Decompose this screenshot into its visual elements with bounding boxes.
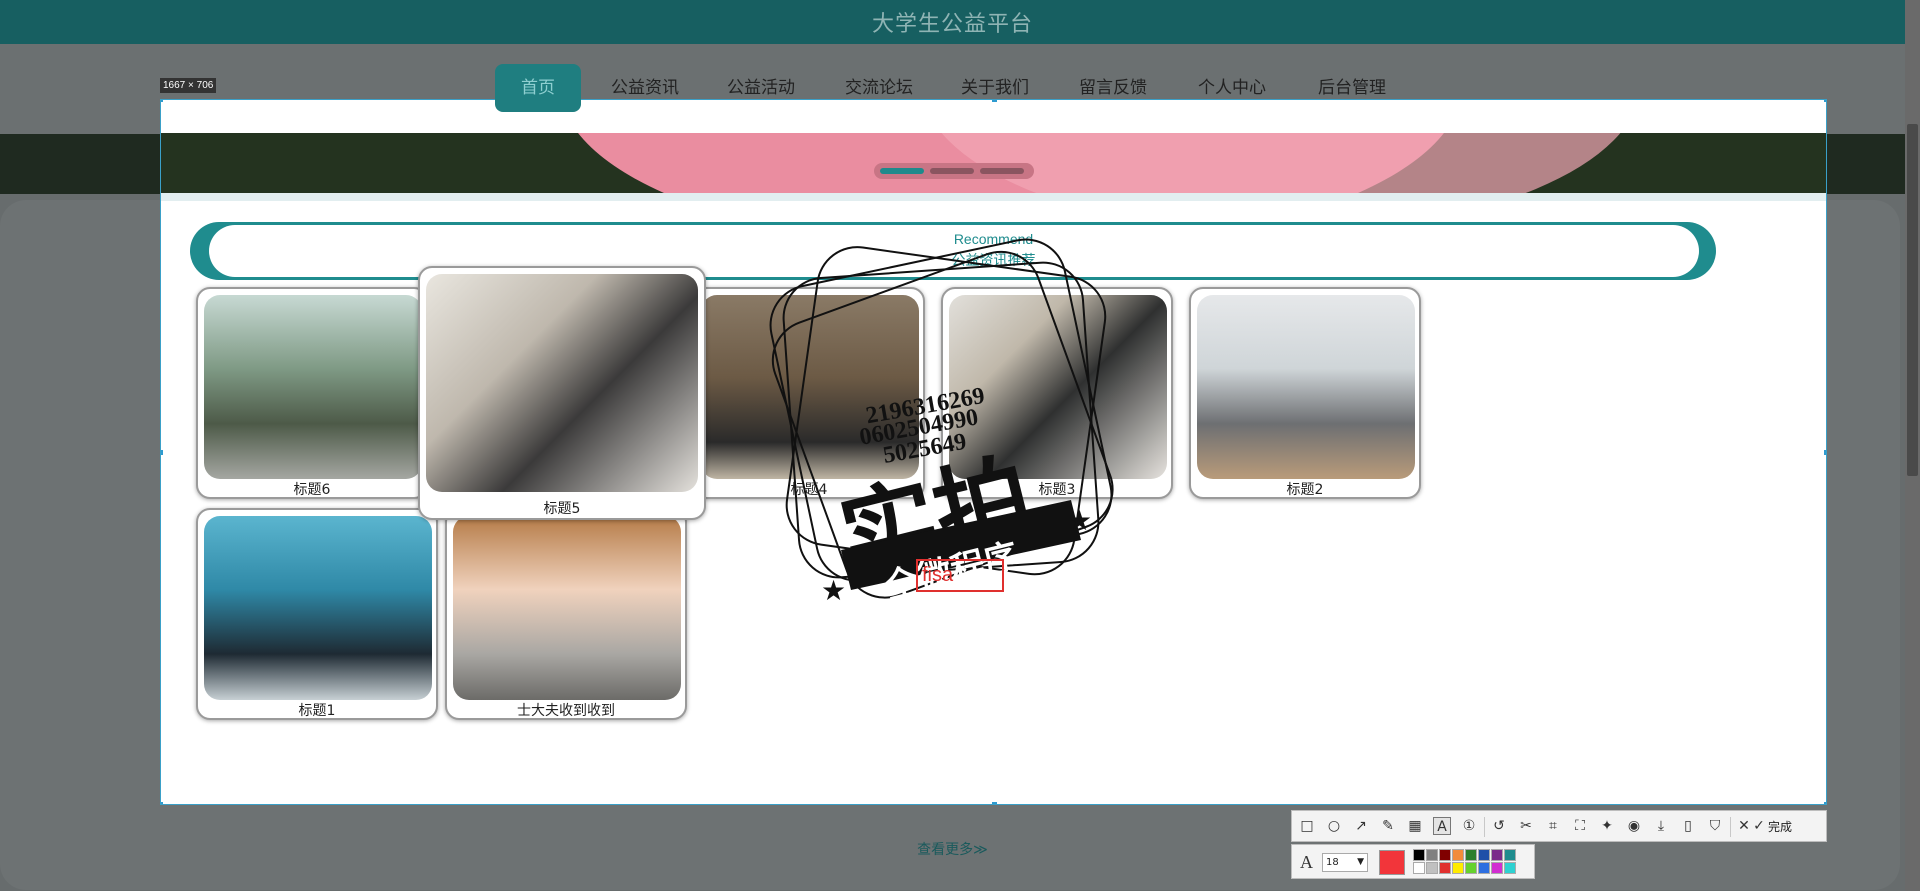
font-icon: A bbox=[1300, 852, 1313, 872]
site-title: 大学生公益平台 bbox=[871, 12, 1033, 37]
resize-handle[interactable] bbox=[1824, 450, 1826, 455]
news-card-title: 标题6 bbox=[293, 482, 331, 498]
annotation-text-input[interactable]: fisa bbox=[916, 559, 1004, 592]
color-swatch[interactable] bbox=[1452, 862, 1464, 874]
pin-icon[interactable]: ✦ bbox=[1598, 817, 1616, 835]
nav-forum[interactable]: 交流论坛 bbox=[845, 64, 913, 112]
color-swatch[interactable] bbox=[1504, 849, 1516, 861]
star-icon: ★ bbox=[821, 574, 846, 607]
resize-handle[interactable] bbox=[161, 802, 163, 804]
save-icon[interactable]: ⛉ bbox=[1706, 817, 1724, 835]
recommend-subtitle: 公益资讯推荐 bbox=[951, 253, 1036, 269]
screenshot-selection[interactable]: Recommend 公益资讯推荐 标题6 标题4 标题3 标题2 标题5 标题1… bbox=[160, 99, 1827, 805]
news-card-hovered[interactable]: 标题5 bbox=[418, 266, 706, 520]
nav-feedback[interactable]: 留言反馈 bbox=[1079, 64, 1147, 112]
undo-icon[interactable]: ↺ bbox=[1490, 817, 1508, 835]
star-icon: ★ bbox=[1067, 504, 1092, 537]
library-event-photo bbox=[949, 295, 1167, 479]
record-icon[interactable]: ◉ bbox=[1625, 817, 1643, 835]
color-swatch[interactable] bbox=[1452, 849, 1464, 861]
recommend-title: Recommend bbox=[953, 231, 1034, 247]
resize-handle[interactable] bbox=[1824, 802, 1826, 804]
done-button[interactable]: 完成 bbox=[1768, 818, 1792, 835]
font-size-value: 18 bbox=[1326, 857, 1339, 868]
news-card[interactable]: 标题3 bbox=[941, 287, 1173, 499]
page-scrollbar-thumb[interactable] bbox=[1907, 124, 1918, 476]
magic-icon[interactable]: ✂ bbox=[1517, 817, 1535, 835]
color-swatch[interactable] bbox=[1491, 862, 1503, 874]
selection-size-label: 1667 × 706 bbox=[160, 78, 217, 93]
news-card[interactable]: 标题4 bbox=[693, 287, 925, 499]
arrow-icon[interactable]: ↗ bbox=[1352, 817, 1370, 835]
resize-handle[interactable] bbox=[161, 450, 163, 455]
outdoor-group-photo bbox=[701, 295, 919, 479]
carousel-dot-2[interactable] bbox=[930, 168, 974, 174]
resize-handle[interactable] bbox=[992, 802, 997, 804]
color-swatch[interactable] bbox=[1478, 849, 1490, 861]
pencil-icon[interactable]: ✎ bbox=[1379, 817, 1397, 835]
phone-icon[interactable]: ▯ bbox=[1679, 817, 1697, 835]
ocr-icon[interactable]: ⌗ bbox=[1544, 817, 1562, 835]
library-event-photo bbox=[426, 274, 698, 492]
text-style-toolbar: A 18 ▼ bbox=[1291, 844, 1535, 879]
resize-handle[interactable] bbox=[161, 100, 163, 102]
color-swatch[interactable] bbox=[1413, 862, 1425, 874]
font-size-select[interactable]: 18 ▼ bbox=[1322, 853, 1368, 872]
carousel-dot-1[interactable] bbox=[880, 168, 924, 174]
news-card[interactable]: 标题1 bbox=[196, 508, 438, 720]
color-swatch[interactable] bbox=[1426, 862, 1438, 874]
news-card-title: 标题4 bbox=[790, 482, 828, 498]
nav-news[interactable]: 公益资讯 bbox=[611, 64, 679, 112]
nav-profile[interactable]: 个人中心 bbox=[1198, 64, 1266, 112]
computer-lab-photo bbox=[1197, 295, 1415, 479]
news-card-title: 士大夫收到收到 bbox=[517, 703, 615, 719]
news-card-title: 标题1 bbox=[298, 703, 336, 719]
scroll-icon[interactable]: ⛶ bbox=[1571, 817, 1589, 835]
news-card-title: 标题5 bbox=[543, 501, 581, 517]
color-swatch[interactable] bbox=[1465, 862, 1477, 874]
ellipse-icon[interactable]: ○ bbox=[1325, 817, 1343, 835]
site-header: 大学生公益平台 bbox=[0, 0, 1905, 44]
color-swatch[interactable] bbox=[1439, 862, 1451, 874]
color-swatch[interactable] bbox=[1426, 849, 1438, 861]
download-icon[interactable]: ⤓ bbox=[1652, 817, 1670, 835]
news-card-title: 标题3 bbox=[1038, 482, 1076, 498]
color-swatch[interactable] bbox=[1465, 849, 1477, 861]
resize-handle[interactable] bbox=[1824, 100, 1826, 102]
color-swatch[interactable] bbox=[1478, 862, 1490, 874]
nav-about[interactable]: 关于我们 bbox=[961, 64, 1029, 112]
chevron-down-icon: ▼ bbox=[1357, 857, 1364, 867]
news-card-title: 标题2 bbox=[1286, 482, 1324, 498]
number-icon[interactable]: ① bbox=[1460, 817, 1478, 835]
news-card[interactable]: 标题6 bbox=[196, 287, 428, 499]
carousel-dot-3[interactable] bbox=[980, 168, 1024, 174]
nav-home[interactable]: 首页 bbox=[495, 64, 581, 112]
screenshot-toolbar: □ ○ ↗ ✎ ▦ A ① ↺ ✂ ⌗ ⛶ ✦ ◉ ⤓ ▯ ⛉ ✕ ✓ 完成 bbox=[1291, 810, 1827, 842]
mosaic-icon[interactable]: ▦ bbox=[1406, 817, 1424, 835]
nav-admin[interactable]: 后台管理 bbox=[1318, 64, 1386, 112]
group-photo-mountain bbox=[204, 295, 422, 479]
rectangle-icon[interactable]: □ bbox=[1298, 817, 1316, 835]
check-icon[interactable]: ✓ bbox=[1750, 817, 1768, 835]
color-swatch[interactable] bbox=[1439, 849, 1451, 861]
portrait-photo bbox=[453, 516, 681, 700]
current-color-swatch[interactable] bbox=[1379, 850, 1405, 875]
view-more-link[interactable]: 查看更多≫ bbox=[0, 839, 1905, 859]
carousel-indicator bbox=[874, 163, 1034, 179]
conference-group-photo bbox=[204, 516, 432, 700]
color-swatch[interactable] bbox=[1491, 849, 1503, 861]
nav-activities[interactable]: 公益活动 bbox=[727, 64, 795, 112]
news-card[interactable]: 标题2 bbox=[1189, 287, 1421, 499]
text-icon[interactable]: A bbox=[1433, 817, 1451, 835]
news-card[interactable]: 士大夫收到收到 bbox=[445, 508, 687, 720]
color-swatch[interactable] bbox=[1504, 862, 1516, 874]
color-swatch[interactable] bbox=[1413, 849, 1425, 861]
